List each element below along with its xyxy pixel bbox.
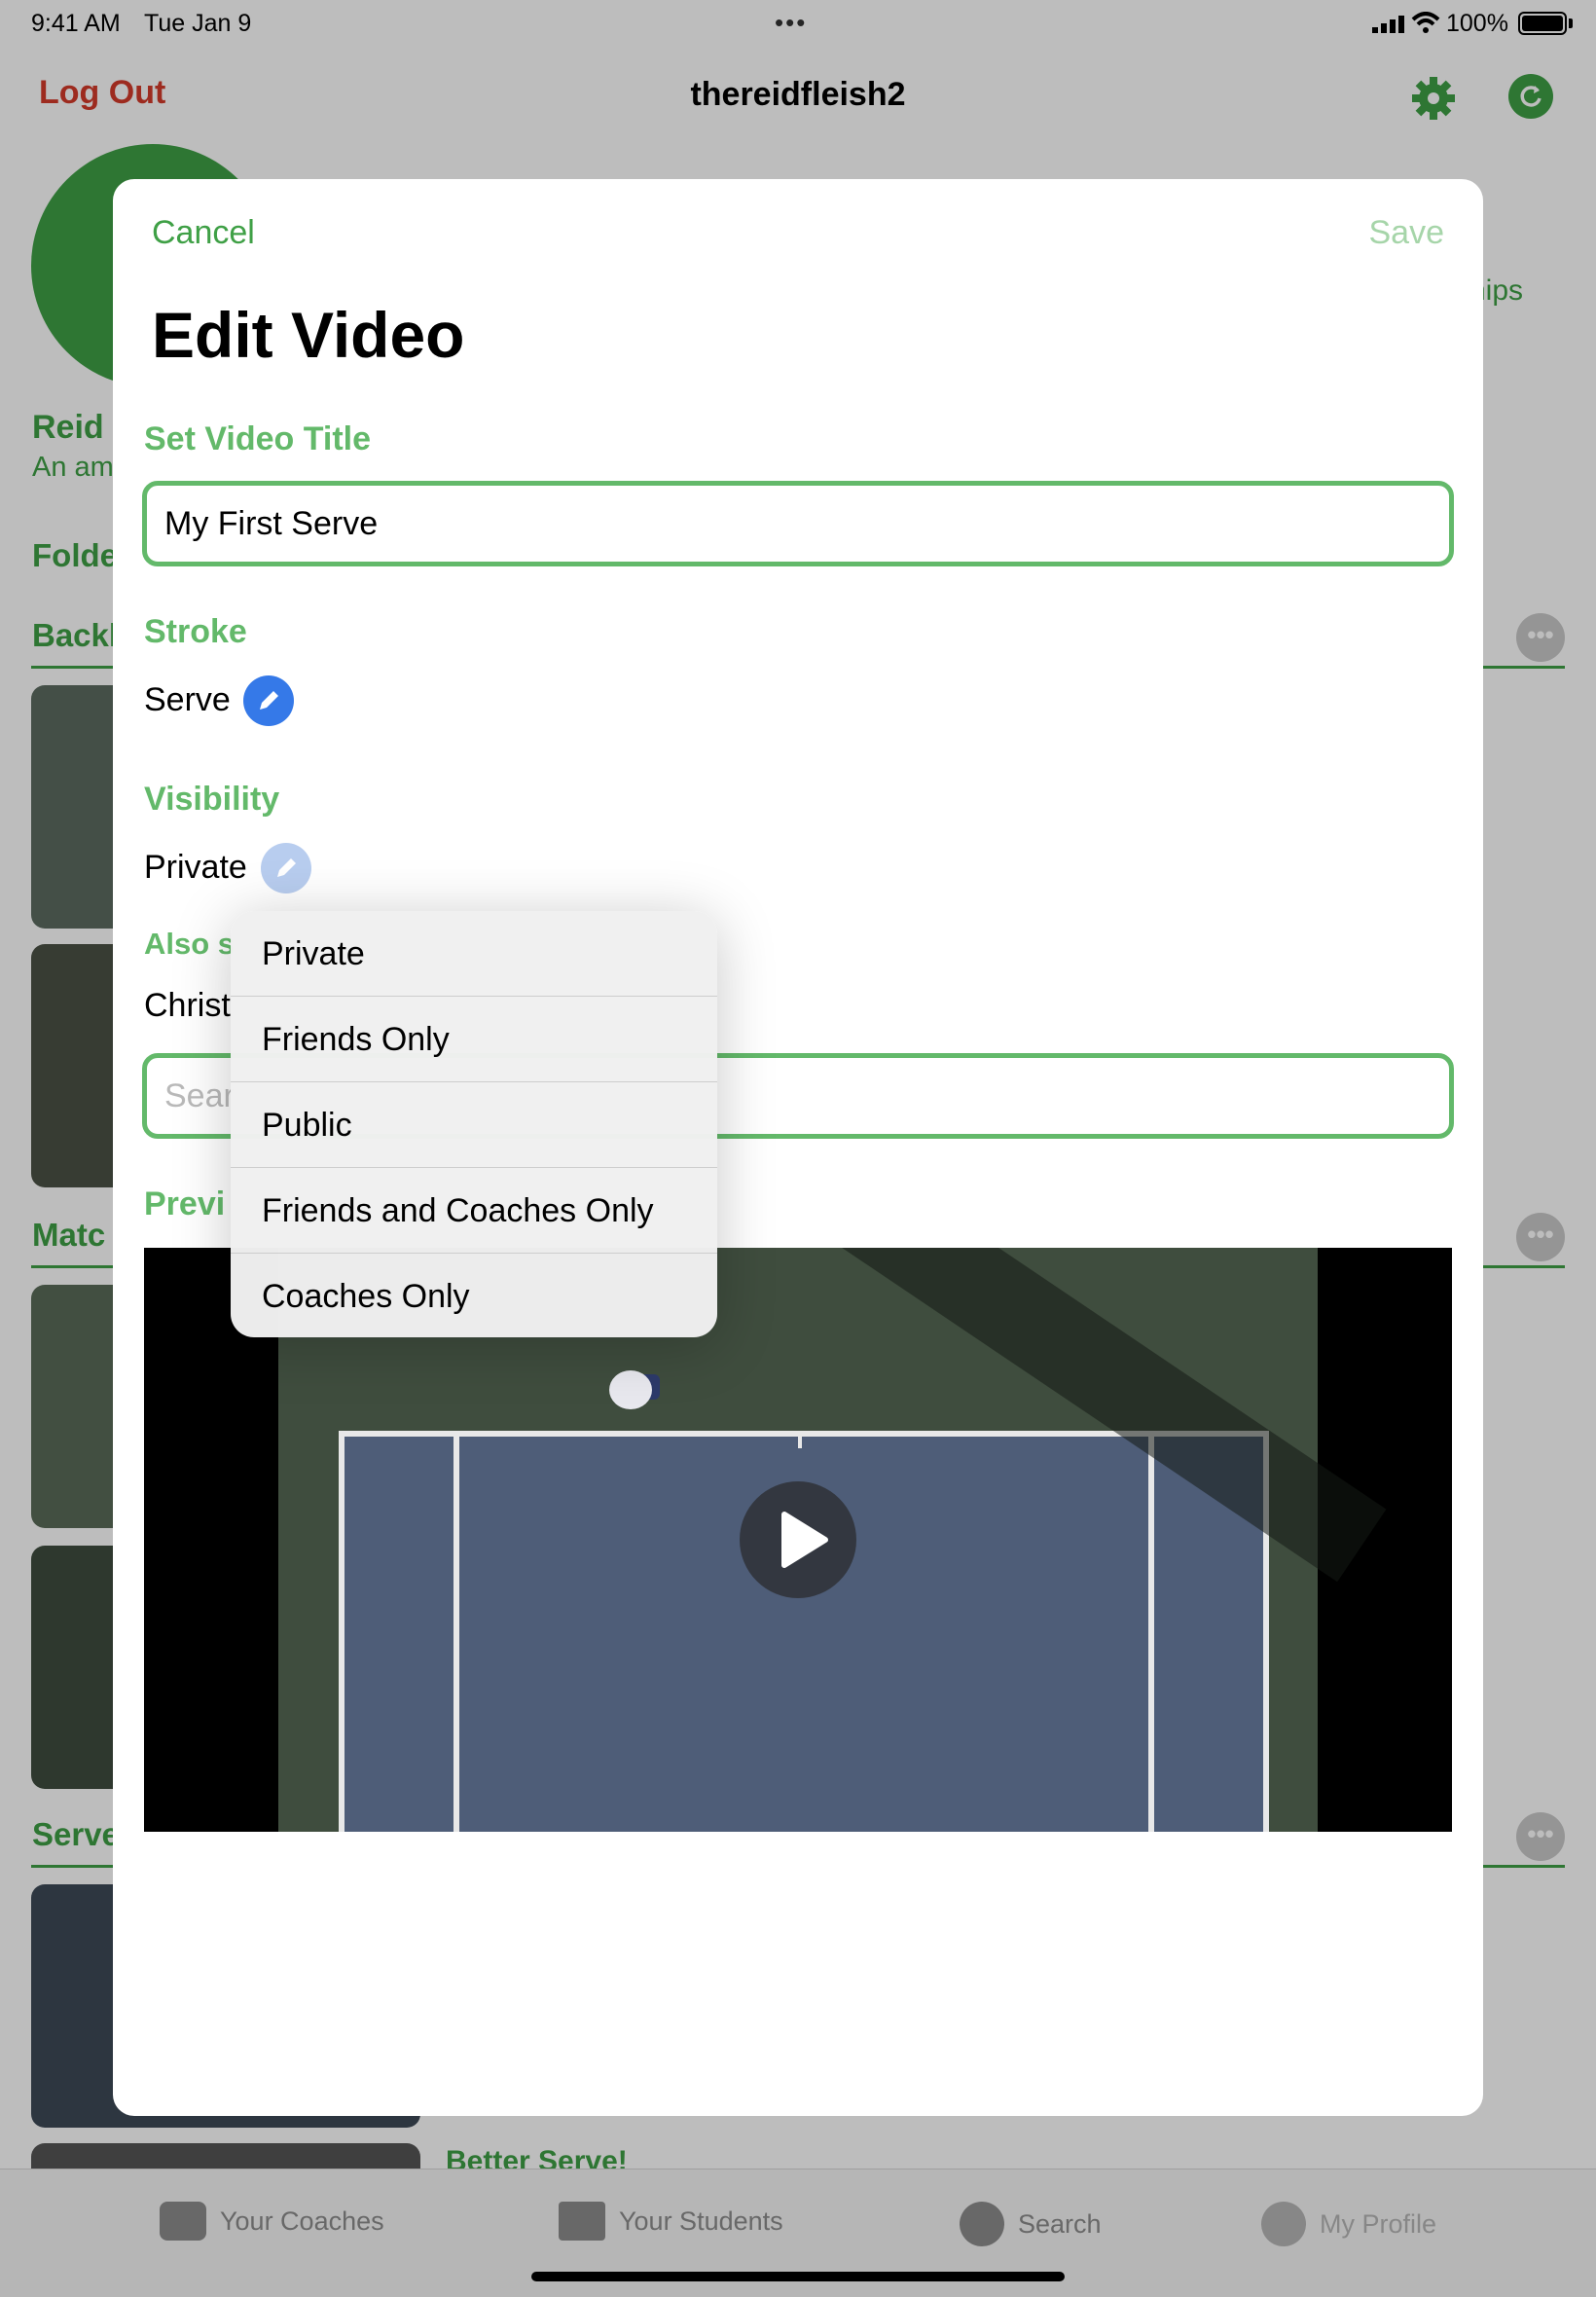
menu-item-public[interactable]: Public <box>231 1082 717 1168</box>
menu-item-friends-only[interactable]: Friends Only <box>231 997 717 1082</box>
play-icon[interactable] <box>740 1481 856 1598</box>
menu-item-coaches-only[interactable]: Coaches Only <box>231 1254 717 1337</box>
video-title-label: Set Video Title <box>144 420 372 457</box>
menu-item-private[interactable]: Private <box>231 911 717 997</box>
edit-stroke-pencil-icon[interactable] <box>243 675 294 726</box>
player-figure <box>609 1370 652 1409</box>
menu-item-friends-and-coaches-only[interactable]: Friends and Coaches Only <box>231 1168 717 1254</box>
cancel-button[interactable]: Cancel <box>152 214 255 252</box>
stroke-value: Serve <box>144 681 231 718</box>
visibility-label: Visibility <box>144 781 280 818</box>
visibility-value: Private <box>144 849 247 886</box>
edit-visibility-pencil-icon[interactable] <box>261 843 311 893</box>
stroke-label: Stroke <box>144 613 247 650</box>
also-share-label: Also s <box>144 927 236 961</box>
visibility-menu: Private Friends Only Public Friends and … <box>231 911 717 1337</box>
video-title-field[interactable]: My First Serve <box>142 481 1454 566</box>
sheet-title: Edit Video <box>152 299 465 371</box>
shared-with-name: Christ <box>144 987 231 1024</box>
preview-label: Previ <box>144 1185 226 1222</box>
save-button[interactable]: Save <box>1369 214 1445 252</box>
